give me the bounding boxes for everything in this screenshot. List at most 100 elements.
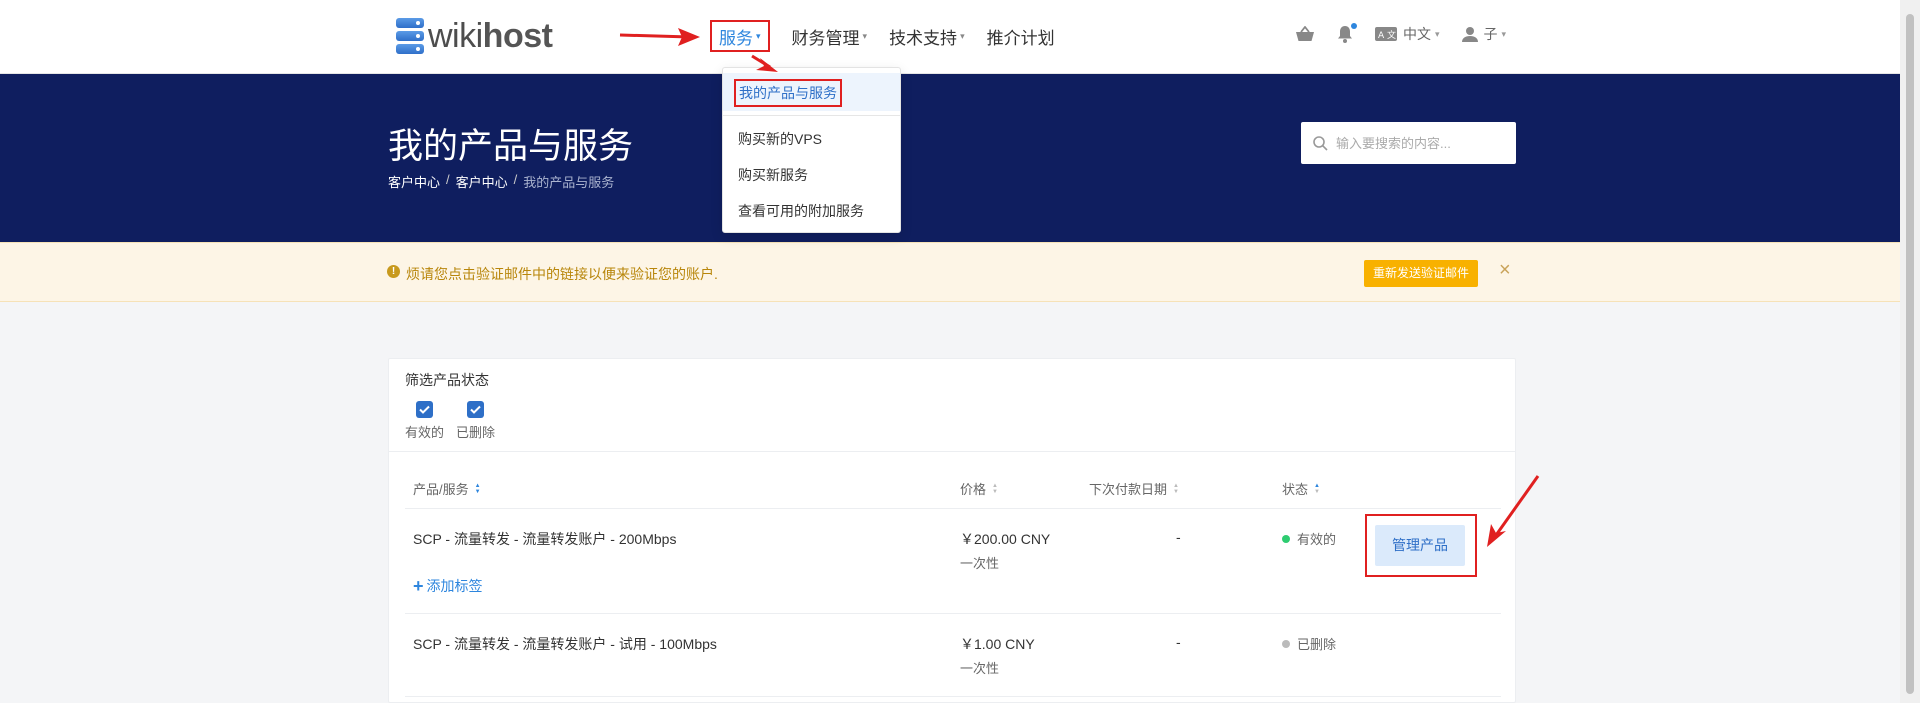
- user-icon: [1461, 27, 1478, 42]
- sort-icon: ▲ ▼: [992, 482, 998, 495]
- search-icon: [1313, 135, 1328, 151]
- notification-dot: [1351, 23, 1357, 29]
- scrollbar-thumb[interactable]: [1906, 14, 1914, 694]
- product-name[interactable]: SCP - 流量转发 - 流量转发账户 - 试用 - 100Mbps: [413, 634, 717, 654]
- status-dot: [1282, 534, 1290, 543]
- header-label: 下次付款日期: [1089, 482, 1168, 497]
- menu-item-addons[interactable]: 查看可用的附加服务: [723, 201, 900, 221]
- header-label: 状态: [1282, 482, 1309, 497]
- search-box: [1301, 122, 1516, 164]
- next-due-date: -: [1176, 634, 1181, 650]
- server-logo-icon: [396, 18, 424, 54]
- nav-services-label: 服务: [719, 28, 753, 48]
- svg-text:文: 文: [1387, 29, 1396, 41]
- nav-affiliate[interactable]: 推介计划: [987, 20, 1055, 52]
- status-label: 有效的: [1297, 532, 1337, 547]
- status-filter: 有效的 已删除: [405, 401, 507, 441]
- close-icon[interactable]: ×: [1499, 259, 1511, 282]
- logo-text-bold: host: [482, 17, 553, 55]
- header-tools: A文 中文 ▾ 子 ▾: [1295, 23, 1528, 44]
- notifications-button[interactable]: [1337, 23, 1357, 43]
- page-scrollbar[interactable]: [1900, 0, 1920, 703]
- header-label: 价格: [960, 482, 987, 497]
- divider: [405, 696, 1501, 697]
- language-selector[interactable]: A文 中文 ▾: [1375, 24, 1440, 44]
- filter-active-checkbox[interactable]: 有效的: [405, 401, 444, 441]
- chevron-down-icon: ▾: [960, 30, 965, 41]
- status-dot: [1282, 639, 1290, 648]
- billing-cycle: 一次性: [960, 661, 1000, 676]
- column-header-product[interactable]: 产品/服务 ▲ ▼: [413, 479, 481, 498]
- logo[interactable]: wikihost: [396, 17, 553, 55]
- page-title: 我的产品与服务: [388, 127, 634, 166]
- svg-text:A: A: [1378, 31, 1385, 41]
- filter-label: 有效的: [405, 425, 445, 440]
- services-dropdown: 我的产品与服务 购买新的VPS 购买新服务 查看可用的附加服务: [722, 67, 901, 233]
- breadcrumb-current: 我的产品与服务: [523, 175, 615, 190]
- column-header-status[interactable]: 状态 ▲ ▼: [1282, 479, 1320, 498]
- sort-icon: ▲ ▼: [474, 482, 481, 495]
- breadcrumb-item[interactable]: 客户中心: [456, 172, 508, 191]
- header-label: 产品/服务: [413, 482, 469, 497]
- product-name[interactable]: SCP - 流量转发 - 流量转发账户 - 200Mbps: [413, 529, 676, 549]
- logo-text-light: wiki: [428, 17, 483, 55]
- breadcrumb-item[interactable]: 客户中心: [388, 172, 440, 191]
- nav-affiliate-label: 推介计划: [986, 28, 1055, 48]
- menu-item-buy-service[interactable]: 购买新服务: [723, 165, 900, 185]
- language-label: 中文: [1403, 26, 1431, 42]
- add-tag-label: 添加标签: [426, 578, 483, 594]
- add-tag-button[interactable]: + 添加标签: [413, 576, 483, 596]
- product-price: ￥1.00 CNY: [960, 636, 1035, 652]
- user-menu[interactable]: 子 ▾: [1461, 24, 1507, 44]
- menu-item-my-products[interactable]: 我的产品与服务: [723, 73, 900, 111]
- sort-icon: ▲ ▼: [1314, 482, 1320, 495]
- exclamation-icon: !: [387, 265, 400, 278]
- basket-icon: [1296, 26, 1314, 41]
- nav-support[interactable]: 技术支持 ▾: [889, 20, 965, 52]
- search-input[interactable]: [1336, 135, 1496, 151]
- plus-icon: +: [413, 576, 424, 596]
- menu-item-label: 我的产品与服务: [734, 79, 842, 107]
- chevron-down-icon: ▾: [1501, 28, 1507, 39]
- alert-message: 烦请您点击验证邮件中的链接以便来验证您的账户.: [406, 266, 718, 282]
- next-due-date: -: [1176, 529, 1181, 545]
- divider: [405, 508, 1501, 509]
- page-hero: 我的产品与服务 客户中心 / 客户中心 / 我的产品与服务: [0, 74, 1900, 242]
- product-price: ￥200.00 CNY: [960, 531, 1051, 547]
- divider: [405, 613, 1501, 614]
- filter-label: 已删除: [456, 425, 496, 440]
- checkmark-icon: [416, 401, 433, 418]
- nav-billing[interactable]: 财务管理 ▾: [792, 20, 868, 52]
- filter-deleted-checkbox[interactable]: 已删除: [456, 401, 495, 441]
- breadcrumb: 客户中心 / 客户中心 / 我的产品与服务: [388, 172, 614, 191]
- column-header-next-due[interactable]: 下次付款日期 ▲ ▼: [1089, 479, 1179, 498]
- divider: [389, 451, 1515, 452]
- chevron-down-icon: ▾: [756, 30, 761, 41]
- chevron-down-icon: ▾: [1435, 28, 1440, 39]
- checkmark-icon: [467, 401, 485, 418]
- translate-icon: A文: [1375, 27, 1397, 41]
- menu-item-buy-vps[interactable]: 购买新的VPS: [723, 129, 900, 149]
- billing-cycle: 一次性: [960, 556, 1000, 571]
- cart-button[interactable]: [1295, 26, 1315, 42]
- manage-product-button[interactable]: 管理产品: [1375, 525, 1465, 566]
- products-card: 筛选产品状态 有效的 已删除 产品/服务 ▲ ▼ 价格 ▲ ▼ 下次付款日期 ▲ ▼ …: [388, 358, 1516, 703]
- nav-support-label: 技术支持: [889, 28, 958, 48]
- chevron-down-icon: ▾: [862, 30, 868, 41]
- resend-verification-button[interactable]: 重新发送验证邮件: [1364, 260, 1479, 287]
- status-label: 已删除: [1297, 637, 1337, 652]
- column-header-price[interactable]: 价格 ▲ ▼: [960, 479, 998, 498]
- user-name: 子: [1483, 26, 1498, 42]
- sort-icon: ▲ ▼: [1173, 482, 1179, 495]
- breadcrumb-separator: /: [513, 172, 518, 187]
- top-header: wikihost 服务 ▾ 财务管理 ▾ 技术支持 ▾ 推介计划 A文 中文 ▾: [0, 0, 1900, 74]
- filter-title: 筛选产品状态: [405, 372, 489, 388]
- status-badge: 已删除: [1282, 634, 1336, 653]
- nav-billing-label: 财务管理: [791, 28, 860, 48]
- status-badge: 有效的: [1282, 529, 1336, 548]
- divider: [723, 115, 900, 116]
- nav-services[interactable]: 服务 ▾: [710, 20, 770, 52]
- breadcrumb-separator: /: [446, 172, 450, 187]
- annotation-box: 管理产品: [1365, 514, 1477, 577]
- main-nav: 服务 ▾ 财务管理 ▾ 技术支持 ▾ 推介计划: [710, 20, 1077, 52]
